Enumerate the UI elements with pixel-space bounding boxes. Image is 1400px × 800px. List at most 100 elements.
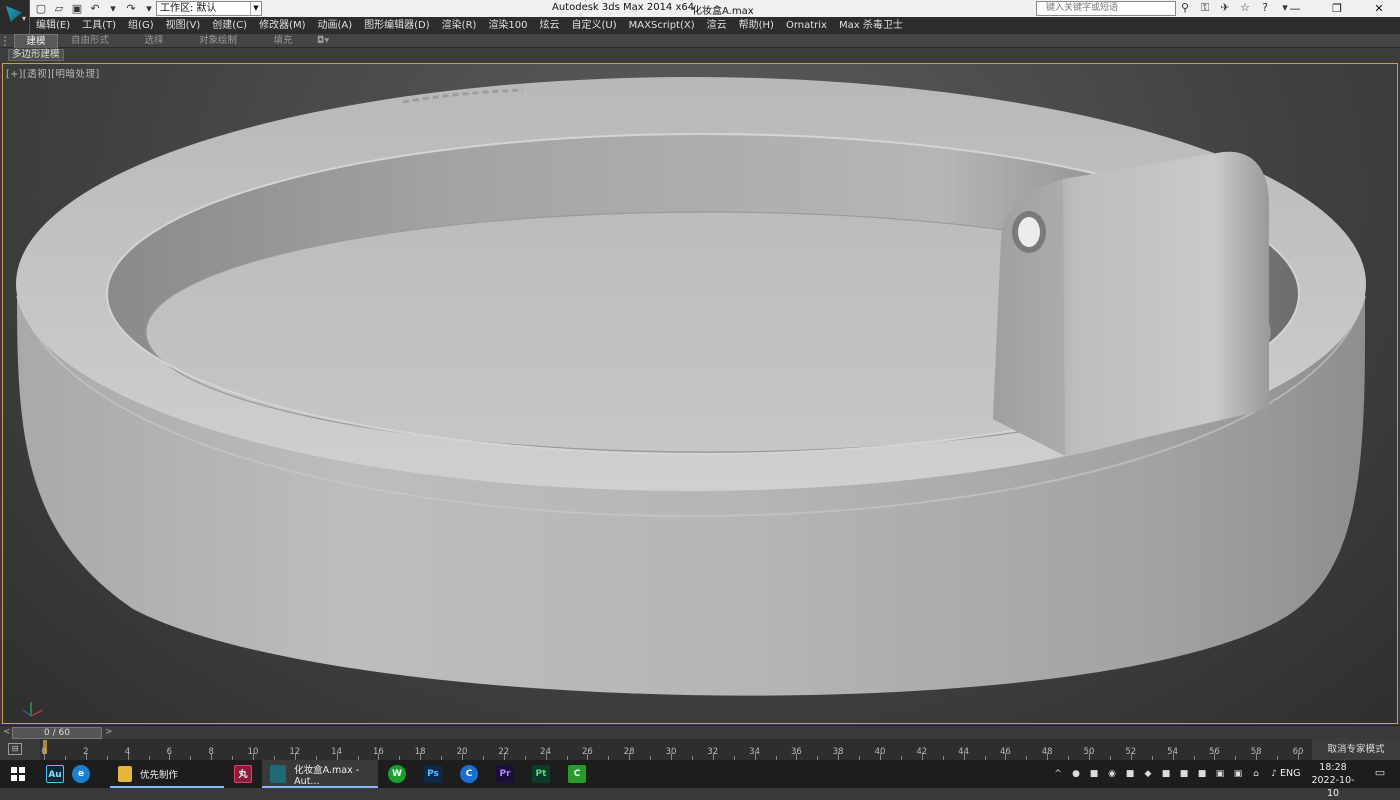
search-input[interactable]: 键入关键字或短语 xyxy=(1036,1,1176,16)
window-title: Autodesk 3ds Max 2014 x64 xyxy=(552,2,695,13)
windows-logo-icon xyxy=(11,767,25,781)
app-menu-button[interactable]: ▾ xyxy=(0,0,30,34)
help-icon[interactable]: ? xyxy=(1258,1,1272,15)
time-slider-thumb[interactable]: 0 / 60 xyxy=(12,727,102,739)
substance-painter-icon[interactable]: Pt xyxy=(532,765,550,783)
app-red-icon[interactable]: 丸 xyxy=(234,765,252,783)
time-slider[interactable]: < 0 / 60 > xyxy=(0,725,1400,739)
timeline-tick-label: 2 xyxy=(83,747,89,757)
ribbon: 建模 自由形式 选择 对象绘制 填充 ◘▾ xyxy=(0,34,1400,48)
menu-item-1[interactable]: 工具(T) xyxy=(76,17,122,34)
timeline-tick-label: 32 xyxy=(707,747,719,757)
workspace-label: 工作区: 默认 xyxy=(160,3,217,14)
timeline-tick-label: 34 xyxy=(749,747,761,757)
tray-app5-icon[interactable]: ■ xyxy=(1160,768,1172,780)
menu-item-12[interactable]: MAXScript(X) xyxy=(623,17,701,34)
tab-selection[interactable]: 选择 xyxy=(136,34,172,48)
tray-volume-icon[interactable]: ♪ xyxy=(1268,768,1280,780)
cinema4d-icon[interactable]: C xyxy=(460,765,478,783)
menu-item-6[interactable]: 动画(A) xyxy=(312,17,359,34)
tab-freeform[interactable]: 自由形式 xyxy=(62,34,118,48)
edge-icon[interactable]: e xyxy=(72,765,90,783)
tray-expand-icon[interactable]: ^ xyxy=(1052,768,1064,780)
tray-app2-icon[interactable]: ◉ xyxy=(1106,768,1118,780)
title-bar: ▾ ▢ ▱ ▣ ↶ ▾ ↷ ▾ ⧉ 工作区: 默认 ▼ Autodesk 3ds… xyxy=(0,0,1400,34)
time-prev-icon[interactable]: < xyxy=(3,727,11,737)
tab-populate[interactable]: 填充 xyxy=(266,34,300,48)
clock-date: 2022-10-10 xyxy=(1311,775,1355,799)
redo-icon[interactable]: ↷ xyxy=(124,2,138,15)
file-name: 化妆盒A.max xyxy=(692,6,754,17)
tray-network-icon[interactable]: ⌂ xyxy=(1250,768,1262,780)
premiere-icon[interactable]: Pr xyxy=(496,765,514,783)
menu-item-7[interactable]: 图形编辑器(D) xyxy=(358,17,436,34)
undo-icon[interactable]: ↶ xyxy=(88,2,102,15)
menu-item-10[interactable]: 炫云 xyxy=(534,17,566,34)
time-next-icon[interactable]: > xyxy=(105,727,113,737)
workspace-dropdown[interactable]: 工作区: 默认 ▼ xyxy=(156,1,262,16)
timeline-tick-label: 20 xyxy=(456,747,468,757)
connect-icon[interactable]: ✈ xyxy=(1218,1,1232,15)
task-3dsmax[interactable]: 化妆盒A.max - Aut... xyxy=(262,760,378,788)
camtasia-icon[interactable]: C xyxy=(568,765,586,783)
tray-app8-icon[interactable]: ▣ xyxy=(1214,768,1226,780)
ribbon-options-button[interactable]: ◘▾ xyxy=(312,34,334,48)
open-file-icon[interactable]: ▱ xyxy=(52,2,66,15)
timeline-tick-label: 58 xyxy=(1250,747,1262,757)
menu-item-4[interactable]: 创建(C) xyxy=(206,17,253,34)
minimize-button[interactable]: — xyxy=(1274,0,1316,17)
tab-modeling[interactable]: 建模 xyxy=(14,34,58,48)
ribbon-grip[interactable] xyxy=(4,36,10,46)
tray-app6-icon[interactable]: ■ xyxy=(1178,768,1190,780)
windows-start-button[interactable] xyxy=(0,760,36,788)
menu-item-8[interactable]: 渲染(R) xyxy=(436,17,483,34)
notification-icon[interactable]: ▭ xyxy=(1372,766,1388,782)
task-folder[interactable]: 优先制作 xyxy=(110,760,224,788)
redo-dropdown-icon[interactable]: ▾ xyxy=(142,2,156,15)
task-3dsmax-label: 化妆盒A.max - Aut... xyxy=(294,764,360,787)
curve-editor-icon[interactable]: ⊟ xyxy=(8,743,22,755)
undo-dropdown-icon[interactable]: ▾ xyxy=(106,2,120,15)
polygon-modeling-panel[interactable]: 多边形建模 xyxy=(8,49,64,61)
timeline-tick-label: 14 xyxy=(331,747,343,757)
menu-item-13[interactable]: 渲云 xyxy=(701,17,733,34)
tray-app3-icon[interactable]: ■ xyxy=(1124,768,1136,780)
binoculars-icon[interactable]: ⚲ xyxy=(1178,1,1192,15)
menu-item-15[interactable]: Ornatrix xyxy=(780,17,833,34)
menu-item-14[interactable]: 帮助(H) xyxy=(733,17,780,34)
timeline-tick-label: 16 xyxy=(372,747,384,757)
tray-app9-icon[interactable]: ▣ xyxy=(1232,768,1244,780)
star-icon[interactable]: ☆ xyxy=(1238,1,1252,15)
key-icon[interactable]: ⚿ xyxy=(1198,1,1212,15)
menu-item-11[interactable]: 自定义(U) xyxy=(566,17,623,34)
timeline-tick-label: 50 xyxy=(1083,747,1095,757)
photoshop-icon[interactable]: Ps xyxy=(424,765,442,783)
wechat-icon[interactable]: W xyxy=(388,765,406,783)
menu-item-5[interactable]: 修改器(M) xyxy=(253,17,311,34)
menu-item-3[interactable]: 视图(V) xyxy=(160,17,207,34)
tray-app1-icon[interactable]: ■ xyxy=(1088,768,1100,780)
menu-item-2[interactable]: 组(G) xyxy=(122,17,160,34)
new-file-icon[interactable]: ▢ xyxy=(34,2,48,15)
menu-item-0[interactable]: 编辑(E) xyxy=(30,17,76,34)
menu-item-9[interactable]: 渲染100 xyxy=(482,17,533,34)
clock[interactable]: 18:28 2022-10-10 xyxy=(1308,761,1358,800)
task-folder-label: 优先制作 xyxy=(140,770,179,781)
close-button[interactable]: ✕ xyxy=(1358,0,1400,17)
menu-item-16[interactable]: Max 杀毒卫士 xyxy=(833,17,909,34)
tray-app7-icon[interactable]: ■ xyxy=(1196,768,1208,780)
tray-wechat-icon[interactable]: ● xyxy=(1070,768,1082,780)
restore-button[interactable]: ❐ xyxy=(1316,0,1358,17)
clock-time: 18:28 xyxy=(1319,762,1347,773)
timeline-ruler[interactable]: 0 2 4 6 8 10 12 14 16 18 20 22 24 26 28 30 32 34 36 38 40 42 4… xyxy=(40,739,1312,760)
track-bar: ⊟ 0 2 4 6 8 10 12 14 16 18 20 22 24 26 28 30 32 34 36 38 40 4… xyxy=(0,739,1400,760)
language-indicator[interactable]: ENG xyxy=(1280,768,1300,779)
windows-taskbar: Au e 优先制作 丸 化妆盒A.max - Aut... W Ps C Pr … xyxy=(0,760,1400,799)
tab-object-paint[interactable]: 对象绘制 xyxy=(190,34,246,48)
exit-expert-mode-button[interactable]: 取消专家模式 xyxy=(1312,739,1400,760)
save-icon[interactable]: ▣ xyxy=(70,2,84,15)
audition-icon[interactable]: Au xyxy=(46,765,64,783)
perspective-viewport[interactable]: [+][透视][明暗处理] xyxy=(2,63,1398,724)
tray-app4-icon[interactable]: ◆ xyxy=(1142,768,1154,780)
ribbon-panel-bar: 多边形建模 xyxy=(0,48,1400,62)
